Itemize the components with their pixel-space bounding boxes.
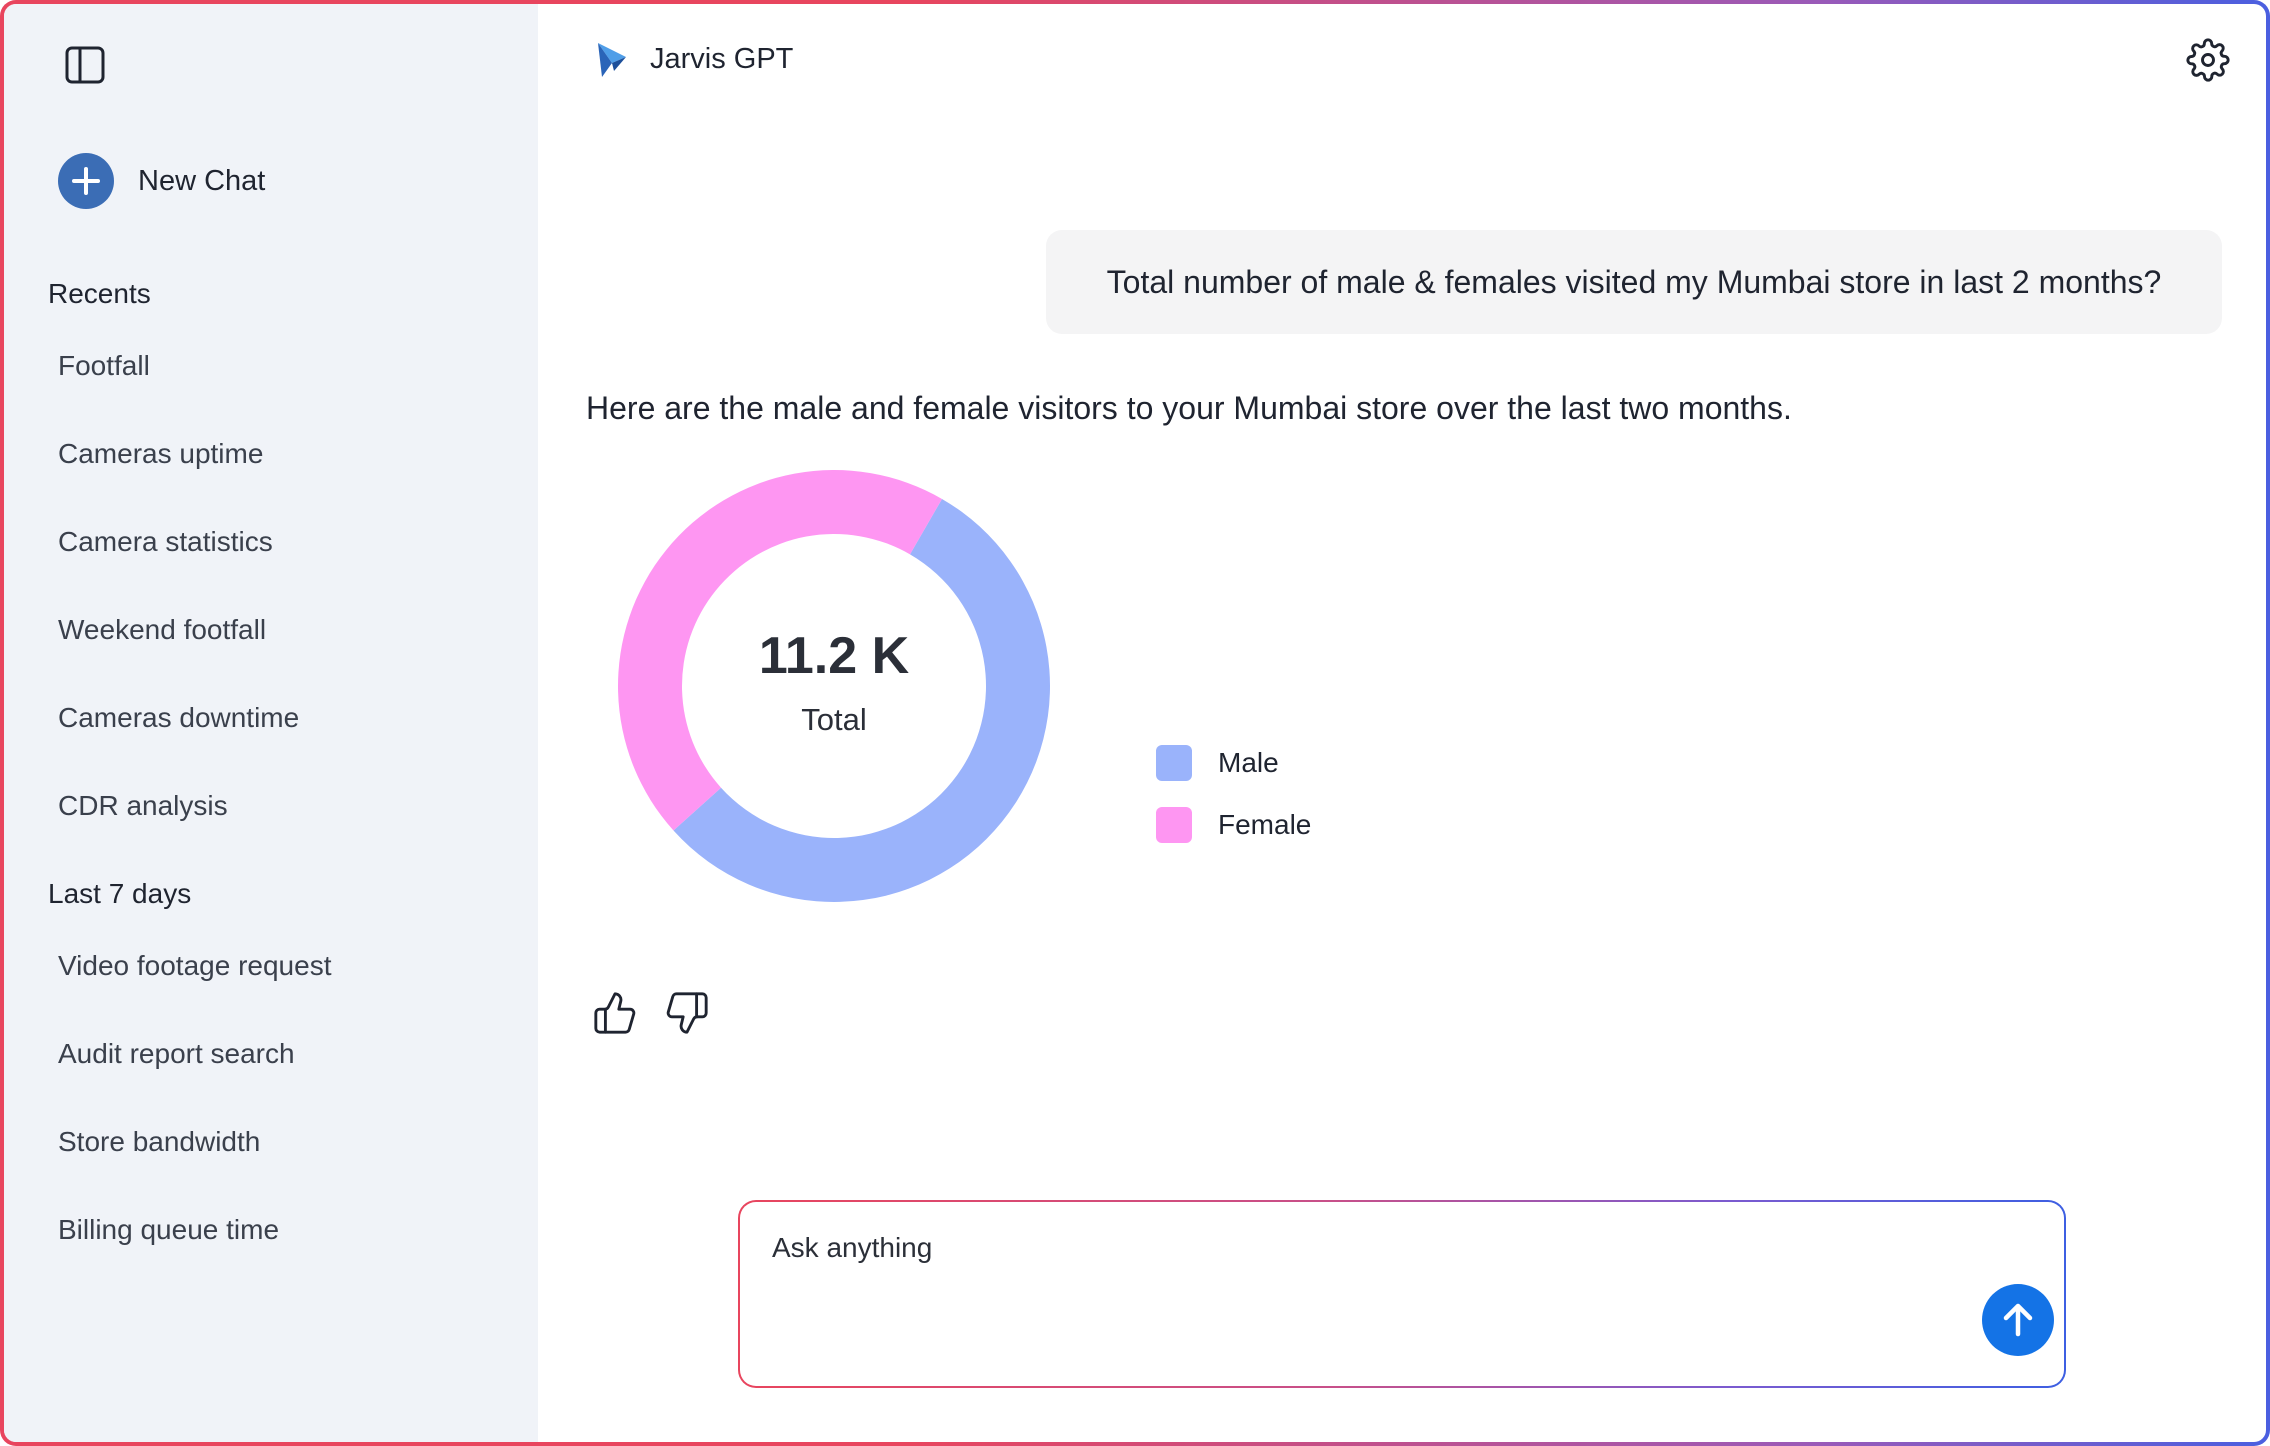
- donut-chart: 11.2 K Total: [617, 469, 1050, 902]
- sidebar-item-cameras-downtime[interactable]: Cameras downtime: [58, 702, 299, 734]
- sidebar-item-camera-statistics[interactable]: Camera statistics: [58, 526, 273, 558]
- legend-label-female: Female: [1218, 809, 1312, 840]
- sidebar: New Chat Recents Footfall Cameras uptime…: [4, 4, 538, 1442]
- last-7-days-heading: Last 7 days: [48, 878, 192, 909]
- send-button[interactable]: [1982, 1284, 2054, 1356]
- sidebar-item-cameras-uptime[interactable]: Cameras uptime: [58, 438, 263, 470]
- legend-swatch-male: [1156, 745, 1192, 781]
- legend-item-male: Male: [1156, 744, 1311, 782]
- sidebar-item-audit-report-search[interactable]: Audit report search: [58, 1038, 295, 1070]
- chat-input-container: [738, 1200, 2066, 1388]
- chart-legend: Male Female: [1156, 744, 1311, 868]
- brand: Jarvis GPT: [592, 36, 793, 82]
- window-frame: New Chat Recents Footfall Cameras uptime…: [0, 0, 2270, 1446]
- arrow-up-icon: [2003, 1303, 2033, 1337]
- thumbs-up-icon: [594, 992, 636, 1034]
- jarvis-logo-icon: [598, 43, 626, 77]
- assistant-message: Here are the male and female visitors to…: [586, 390, 1792, 426]
- new-chat-button[interactable]: New Chat: [58, 152, 265, 210]
- thumbs-up-button[interactable]: [590, 988, 640, 1038]
- gear-icon: [2186, 38, 2230, 82]
- legend-item-female: Female: [1156, 806, 1311, 844]
- recents-heading: Recents: [48, 278, 151, 309]
- legend-label-male: Male: [1218, 747, 1279, 778]
- sidebar-toggle-icon: [65, 46, 105, 84]
- feedback-bar: [590, 988, 734, 1038]
- sidebar-item-footfall[interactable]: Footfall: [58, 350, 150, 382]
- new-chat-label: New Chat: [138, 164, 266, 197]
- thumbs-down-button[interactable]: [662, 988, 712, 1038]
- donut-chart-svg: [617, 469, 1050, 902]
- sidebar-item-cdr-analysis[interactable]: CDR analysis: [58, 790, 228, 822]
- app-title: Jarvis GPT: [650, 42, 794, 75]
- thumbs-down-icon: [666, 992, 708, 1034]
- chat-input-box: [740, 1202, 2064, 1386]
- app: New Chat Recents Footfall Cameras uptime…: [4, 4, 2266, 1442]
- user-message-bubble: Total number of male & females visited m…: [1046, 230, 2222, 334]
- legend-swatch-female: [1156, 807, 1192, 843]
- plus-icon: [58, 153, 114, 209]
- sidebar-item-store-bandwidth[interactable]: Store bandwidth: [58, 1126, 260, 1158]
- chat-input[interactable]: [772, 1232, 1872, 1264]
- settings-button[interactable]: [2184, 36, 2232, 84]
- sidebar-item-weekend-footfall[interactable]: Weekend footfall: [58, 614, 266, 646]
- donut-slice-female: [617, 469, 942, 831]
- sidebar-item-billing-queue-time[interactable]: Billing queue time: [58, 1214, 279, 1246]
- sidebar-toggle-button[interactable]: [62, 42, 108, 88]
- sidebar-item-video-footage-request[interactable]: Video footage request: [58, 950, 331, 982]
